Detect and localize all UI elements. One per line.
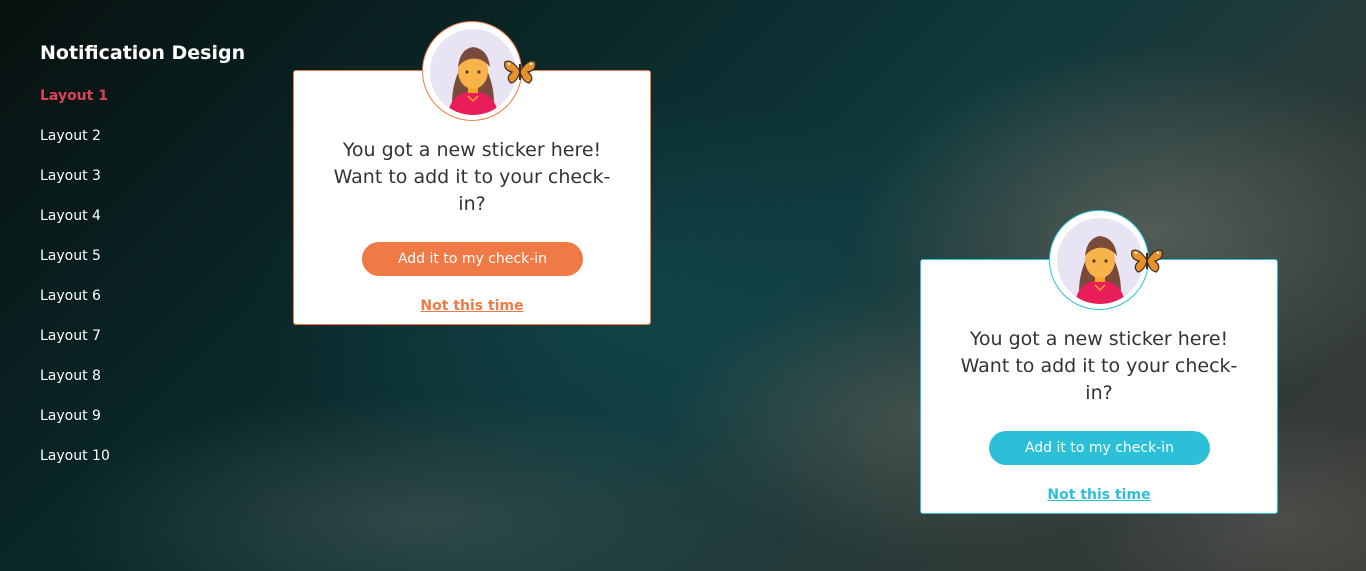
notification-card-orange: You got a new sticker here! Want to add …	[293, 21, 651, 325]
not-this-time-link[interactable]: Not this time	[921, 487, 1277, 503]
notification-message: You got a new sticker here! Want to add …	[333, 139, 611, 215]
nav-item-layout-9[interactable]: Layout 9	[40, 402, 245, 442]
nav-item-layout-6[interactable]: Layout 6	[40, 282, 245, 322]
add-to-checkin-button[interactable]: Add it to my check-in	[989, 431, 1210, 465]
layout-nav: Layout 1 Layout 2 Layout 3 Layout 4 Layo…	[40, 82, 245, 482]
nav-item-layout-3[interactable]: Layout 3	[40, 162, 245, 202]
sidebar-title: Notification Design	[40, 42, 246, 64]
avatar-frame	[1049, 210, 1163, 310]
nav-item-layout-1[interactable]: Layout 1	[40, 82, 245, 122]
butterfly-icon	[504, 60, 536, 84]
notification-message: You got a new sticker here! Want to add …	[960, 328, 1238, 404]
nav-item-layout-7[interactable]: Layout 7	[40, 322, 245, 362]
nav-item-layout-10[interactable]: Layout 10	[40, 442, 245, 482]
nav-item-layout-2[interactable]: Layout 2	[40, 122, 245, 162]
sidebar: Notification Design Layout 1 Layout 2 La…	[40, 42, 245, 482]
nav-item-layout-4[interactable]: Layout 4	[40, 202, 245, 242]
not-this-time-link[interactable]: Not this time	[294, 298, 650, 314]
avatar-frame	[422, 21, 536, 121]
add-to-checkin-button[interactable]: Add it to my check-in	[362, 242, 583, 276]
butterfly-icon	[1131, 249, 1163, 273]
nav-item-layout-8[interactable]: Layout 8	[40, 362, 245, 402]
nav-item-layout-5[interactable]: Layout 5	[40, 242, 245, 282]
notification-card-teal: You got a new sticker here! Want to add …	[920, 210, 1278, 514]
